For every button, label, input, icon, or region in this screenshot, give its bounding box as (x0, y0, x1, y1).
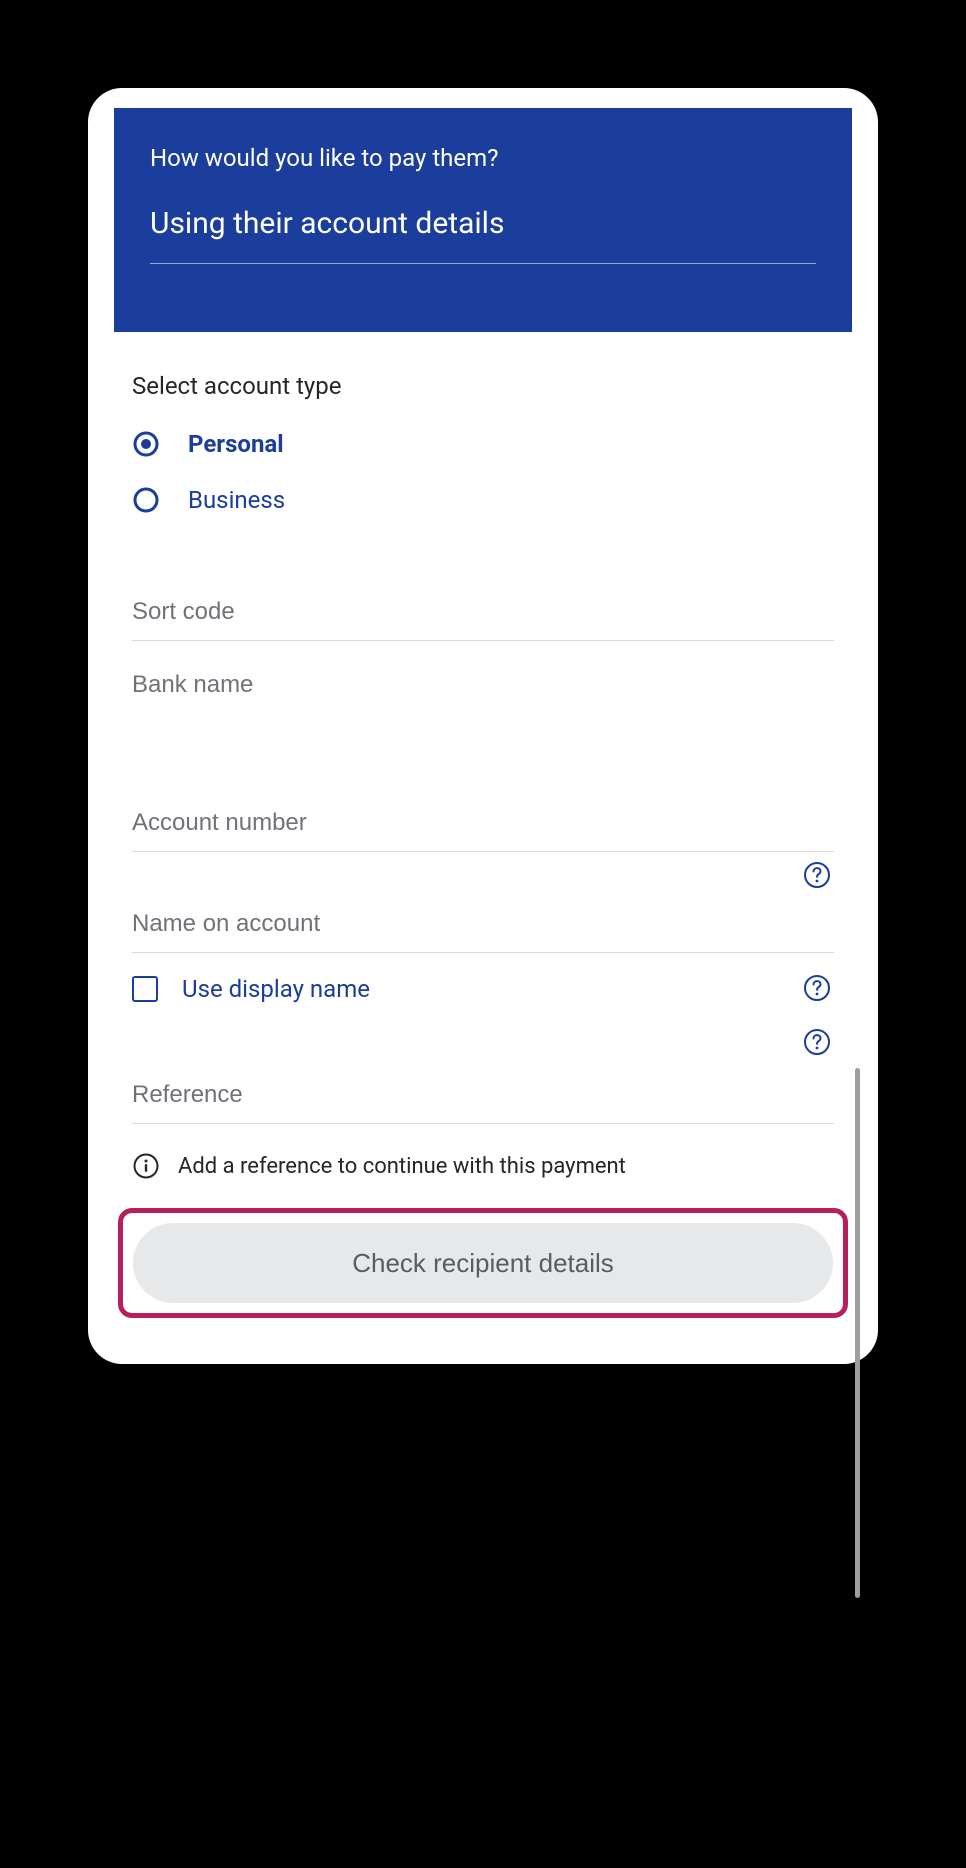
reference-input[interactable] (132, 1069, 834, 1123)
radio-business[interactable]: Business (132, 486, 834, 514)
form-content: Select account type Personal Business (88, 332, 878, 1180)
cta-highlight: Check recipient details (118, 1208, 848, 1318)
bank-name-input[interactable] (132, 659, 834, 713)
header-question: How would you like to pay them? (150, 144, 816, 172)
reference-field (132, 1069, 834, 1124)
reference-help-row (132, 1009, 834, 1069)
use-display-name-label: Use display name (182, 975, 370, 1003)
radio-business-label: Business (188, 486, 285, 514)
header-panel: How would you like to pay them? Using th… (114, 108, 852, 332)
payment-method-value: Using their account details (150, 206, 816, 263)
account-number-input[interactable] (132, 797, 834, 851)
radio-unselected-icon (132, 486, 160, 514)
check-recipient-details-button[interactable]: Check recipient details (133, 1223, 833, 1303)
scrollbar[interactable] (855, 1068, 860, 1598)
question-circle-icon (802, 1027, 832, 1057)
reference-info-text: Add a reference to continue with this pa… (178, 1154, 626, 1179)
info-circle-icon (132, 1152, 160, 1180)
sort-code-input[interactable] (132, 586, 834, 640)
payment-method-select[interactable]: Using their account details (150, 206, 816, 264)
radio-personal-label: Personal (188, 430, 284, 458)
account-type-label: Select account type (132, 372, 834, 400)
question-circle-icon (802, 860, 832, 890)
question-circle-icon (802, 973, 832, 1003)
name-help-row (132, 852, 834, 898)
reference-info-row: Add a reference to continue with this pa… (132, 1152, 834, 1180)
name-on-account-input[interactable] (132, 898, 834, 952)
sort-code-field (132, 586, 834, 641)
use-display-name-checkbox[interactable] (132, 976, 158, 1002)
divider (150, 263, 816, 264)
use-display-name-row[interactable]: Use display name (132, 953, 834, 1009)
payment-form-screen: How would you like to pay them? Using th… (88, 88, 878, 1364)
bank-name-field (132, 659, 834, 713)
account-number-field (132, 797, 834, 852)
reference-help-button[interactable] (802, 1027, 832, 1057)
fields-group: Use display name (132, 586, 834, 1180)
use-display-name-help-button[interactable] (802, 973, 832, 1003)
radio-personal[interactable]: Personal (132, 430, 834, 458)
name-on-account-help-button[interactable] (802, 860, 832, 890)
radio-selected-icon (132, 430, 160, 458)
name-on-account-field (132, 898, 834, 953)
